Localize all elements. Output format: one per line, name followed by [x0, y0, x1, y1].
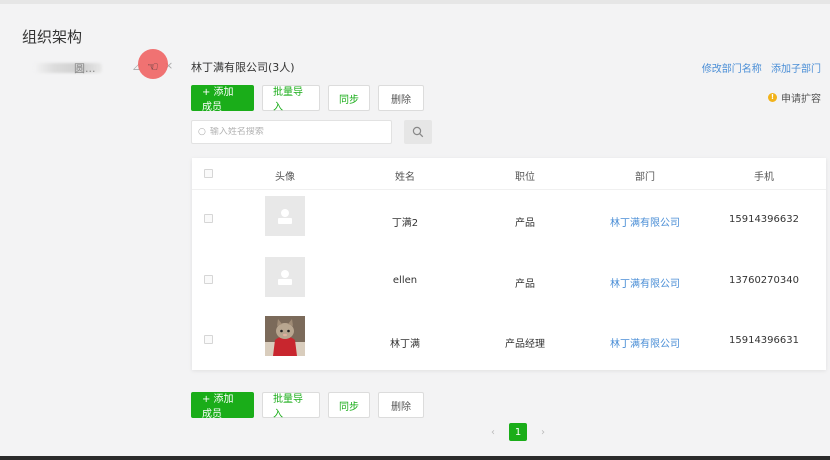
row-checkbox[interactable] — [204, 214, 213, 223]
row-checkbox[interactable] — [204, 335, 213, 344]
batch-import-button[interactable]: 批量导入 — [262, 85, 320, 113]
search-input[interactable] — [209, 127, 380, 137]
pagination: ‹ 1 › — [491, 423, 545, 441]
next-page-icon[interactable]: › — [541, 427, 545, 438]
table-row[interactable]: ellen 产品 林丁满有限公司 13760270340 — [192, 253, 826, 313]
member-position: 产品经理 — [505, 339, 545, 350]
column-header-name: 姓名 — [395, 172, 415, 183]
hand-cursor-icon: ☜ — [147, 60, 159, 75]
department-links: 修改部门名称 添加子部门 — [696, 60, 821, 75]
cat-photo-icon — [265, 316, 305, 356]
member-table: 头像 姓名 职位 部门 手机 丁满2 产品 林丁满有限公司 1591439663… — [192, 158, 826, 370]
user-placeholder-icon — [278, 270, 292, 285]
search-icon — [412, 126, 424, 138]
column-header-department: 部门 — [635, 172, 655, 183]
table-row[interactable]: 丁满2 产品 林丁满有限公司 15914396632 — [192, 192, 826, 252]
member-department-link[interactable]: 林丁满有限公司 — [610, 214, 680, 229]
user-placeholder-icon — [278, 209, 292, 224]
add-sub-department-link[interactable]: 添加子部门 — [771, 64, 821, 75]
avatar — [265, 196, 305, 236]
member-name: ellen — [392, 275, 418, 286]
search-button[interactable] — [404, 120, 432, 144]
prev-page-icon[interactable]: ‹ — [491, 427, 495, 438]
member-name: 林丁满 — [390, 339, 420, 350]
warning-icon: ! — [768, 93, 777, 102]
column-header-phone: 手机 — [754, 172, 774, 183]
table-row[interactable]: 林丁满 产品经理 林丁满有限公司 15914396631 — [192, 310, 826, 370]
search-field[interactable]: ○ — [191, 120, 392, 144]
add-member-button[interactable]: + 添加成员 — [191, 392, 254, 420]
avatar — [265, 257, 305, 297]
member-department-link[interactable]: 林丁满有限公司 — [610, 335, 680, 350]
member-phone: 15914396631 — [729, 335, 799, 346]
column-header-avatar: 头像 — [275, 172, 295, 183]
member-department-link[interactable]: 林丁满有限公司 — [610, 275, 680, 290]
member-phone: 13760270340 — [729, 275, 799, 286]
page-number-current[interactable]: 1 — [509, 423, 527, 441]
bottom-strip — [0, 456, 830, 460]
member-position: 产品 — [515, 218, 535, 229]
top-strip — [0, 0, 830, 4]
toolbar-bottom: + 添加成员 批量导入 同步 删除 — [191, 392, 424, 420]
delete-button[interactable]: 删除 — [378, 392, 424, 418]
avatar — [265, 316, 305, 356]
delete-button[interactable]: 删除 — [378, 85, 424, 111]
apply-expand-link[interactable]: ! 申请扩容 — [768, 90, 821, 105]
department-title: 林丁满有限公司(3人) — [191, 61, 295, 74]
sync-button[interactable]: 同步 — [328, 85, 370, 111]
tree-node-label: 圆... — [74, 62, 96, 75]
batch-import-button[interactable]: 批量导入 — [262, 392, 320, 420]
sync-button[interactable]: 同步 — [328, 392, 370, 418]
search-icon: ○ — [198, 127, 206, 137]
table-header: 头像 姓名 职位 部门 手机 — [192, 158, 826, 190]
apply-expand-label: 申请扩容 — [781, 94, 821, 105]
member-position: 产品 — [515, 279, 535, 290]
row-checkbox[interactable] — [204, 275, 213, 284]
select-all-checkbox[interactable] — [204, 169, 213, 178]
column-header-position: 职位 — [515, 172, 535, 183]
toolbar-top: + 添加成员 批量导入 同步 删除 — [191, 85, 424, 113]
member-phone: 15914396632 — [729, 214, 799, 225]
add-member-button[interactable]: + 添加成员 — [191, 85, 254, 113]
rename-department-link[interactable]: 修改部门名称 — [702, 64, 762, 75]
member-name: 丁满2 — [391, 218, 419, 229]
page-title: 组织架构 — [22, 28, 83, 46]
